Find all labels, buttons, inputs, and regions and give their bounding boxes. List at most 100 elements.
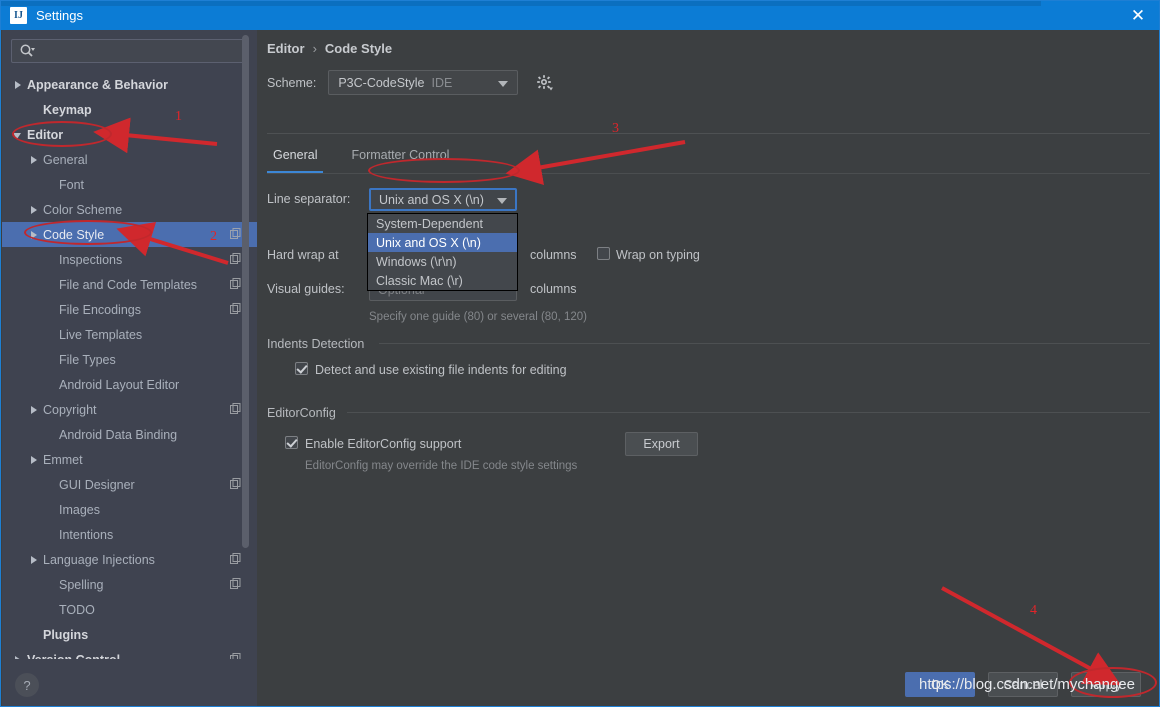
- sidebar-item-live-templates[interactable]: Live Templates: [2, 322, 257, 347]
- copy-scope-icon: [230, 253, 241, 264]
- sidebar-item-label: File Encodings: [59, 302, 141, 317]
- sidebar-item-label: Font: [59, 177, 85, 192]
- sidebar-item-gui-designer[interactable]: GUI Designer: [2, 472, 257, 497]
- line-separator-option[interactable]: Windows (\r\n): [368, 252, 517, 271]
- sidebar-item-label: GUI Designer: [59, 477, 135, 492]
- visual-guides-hint: Specify one guide (80) or several (80, 1…: [369, 311, 587, 323]
- sidebar-footer: [2, 659, 257, 706]
- window-title: Settings: [36, 8, 83, 23]
- line-separator-label: Line separator:: [267, 192, 351, 206]
- sidebar-item-label: Live Templates: [59, 327, 143, 342]
- sidebar-item-label: Color Scheme: [43, 202, 123, 217]
- sidebar-item-label: File Types: [59, 352, 116, 367]
- sidebar-item-label: Images: [59, 502, 100, 517]
- sidebar-item-font[interactable]: Font: [2, 172, 257, 197]
- sidebar-item-label: Android Data Binding: [59, 427, 178, 442]
- sidebar-item-appearance-behavior[interactable]: Appearance & Behavior: [2, 72, 257, 97]
- wrap-on-typing-label: Wrap on typing: [616, 248, 700, 262]
- sidebar-item-color-scheme[interactable]: Color Scheme: [2, 197, 257, 222]
- line-separator-option[interactable]: System-Dependent: [368, 214, 517, 233]
- indents-detection-title: Indents Detection: [267, 337, 365, 351]
- search-box[interactable]: [11, 39, 249, 63]
- title-bar: IJ Settings ✕: [1, 1, 1159, 30]
- line-separator-select[interactable]: Unix and OS X (\n): [369, 188, 517, 211]
- help-button[interactable]: ?: [15, 673, 39, 697]
- settings-dialog: IJ Settings ✕ Appearance & Behavior Keyma…: [0, 0, 1160, 707]
- editorconfig-rule: [347, 412, 1150, 413]
- sidebar-item-spelling[interactable]: Spelling: [2, 572, 257, 597]
- annotation-number-3: 3: [612, 121, 619, 136]
- sidebar-item-label: Plugins: [43, 627, 89, 642]
- copy-scope-icon: [230, 578, 241, 589]
- sidebar-item-label: Emmet: [43, 452, 83, 467]
- sidebar-item-language-injections[interactable]: Language Injections: [2, 547, 257, 572]
- line-separator-value: Unix and OS X (\n): [379, 192, 484, 207]
- chevron-right-icon[interactable]: [28, 204, 40, 216]
- line-separator-dropdown[interactable]: System-Dependent Unix and OS X (\n) Window…: [367, 213, 518, 291]
- sidebar-item-keymap[interactable]: Keymap: [2, 97, 257, 122]
- sidebar-item-label: General: [43, 152, 88, 167]
- watermark: https://blog.csdn.net/mychangee: [919, 676, 1135, 693]
- sidebar-item-file-and-code-templates[interactable]: File and Code Templates: [2, 272, 257, 297]
- chevron-right-icon[interactable]: [28, 454, 40, 466]
- chevron-right-icon[interactable]: [12, 79, 24, 91]
- sidebar-item-inspections[interactable]: Inspections: [2, 247, 257, 272]
- export-button[interactable]: Export: [625, 432, 698, 456]
- copy-scope-icon: [230, 303, 241, 314]
- chevron-right-icon[interactable]: [28, 404, 40, 416]
- sidebar-item-images[interactable]: Images: [2, 497, 257, 522]
- sidebar-scrollbar-track[interactable]: [242, 32, 253, 615]
- line-separator-option[interactable]: Classic Mac (\r): [368, 271, 517, 290]
- copy-scope-icon: [230, 553, 241, 564]
- copy-scope-icon: [230, 278, 241, 289]
- chevron-right-icon[interactable]: [28, 154, 40, 166]
- sidebar-item-copyright[interactable]: Copyright: [2, 397, 257, 422]
- copy-scope-icon: [230, 478, 241, 489]
- visual-guides-label: Visual guides:: [267, 282, 345, 296]
- intellij-idea-icon: IJ: [10, 7, 27, 24]
- detect-indents-label: Detect and use existing file indents for…: [315, 363, 567, 377]
- line-separator-option[interactable]: Unix and OS X (\n): [368, 233, 517, 252]
- detect-indents-checkbox[interactable]: [295, 362, 308, 375]
- sidebar-item-file-types[interactable]: File Types: [2, 347, 257, 372]
- sidebar-item-version-control[interactable]: Version Control: [2, 647, 257, 659]
- annotation-number-4: 4: [1030, 603, 1037, 618]
- sidebar-item-plugins[interactable]: Plugins: [2, 622, 257, 647]
- sidebar-item-intentions[interactable]: Intentions: [2, 522, 257, 547]
- enable-editorconfig-checkbox[interactable]: [285, 436, 298, 449]
- annotation-ellipse-code-style: [24, 220, 152, 245]
- hard-wrap-label: Hard wrap at: [267, 248, 339, 262]
- sidebar-item-label: File and Code Templates: [59, 277, 198, 292]
- sidebar-item-android-data-binding[interactable]: Android Data Binding: [2, 422, 257, 447]
- visual-guides-suffix: columns: [530, 282, 577, 296]
- sidebar-item-file-encodings[interactable]: File Encodings: [2, 297, 257, 322]
- hard-wrap-suffix: columns: [530, 248, 577, 262]
- close-icon[interactable]: ✕: [1128, 6, 1148, 26]
- sidebar-item-emmet[interactable]: Emmet: [2, 447, 257, 472]
- sidebar-item-label: Appearance & Behavior: [27, 77, 169, 92]
- annotation-ellipse-editor: [12, 121, 112, 147]
- editorconfig-title: EditorConfig: [267, 406, 336, 420]
- copy-scope-icon: [230, 403, 241, 414]
- sidebar-item-general[interactable]: General: [2, 147, 257, 172]
- copy-scope-icon: [230, 228, 241, 239]
- editorconfig-note: EditorConfig may override the IDE code s…: [305, 460, 578, 472]
- wrap-on-typing-checkbox[interactable]: [597, 247, 610, 260]
- main-panel: Editor › Code Style Scheme: P3C-CodeStyl…: [257, 30, 1159, 659]
- settings-tree: Appearance & Behavior Keymap Editor General…: [2, 72, 257, 659]
- search-input[interactable]: [35, 43, 248, 59]
- annotation-number-1: 1: [175, 109, 182, 124]
- chevron-right-icon[interactable]: [28, 554, 40, 566]
- sidebar-item-label: Inspections: [59, 252, 123, 267]
- sidebar-item-todo[interactable]: TODO: [2, 597, 257, 622]
- sidebar-item-android-layout-editor[interactable]: Android Layout Editor: [2, 372, 257, 397]
- sidebar-scrollbar-thumb[interactable]: [242, 35, 249, 548]
